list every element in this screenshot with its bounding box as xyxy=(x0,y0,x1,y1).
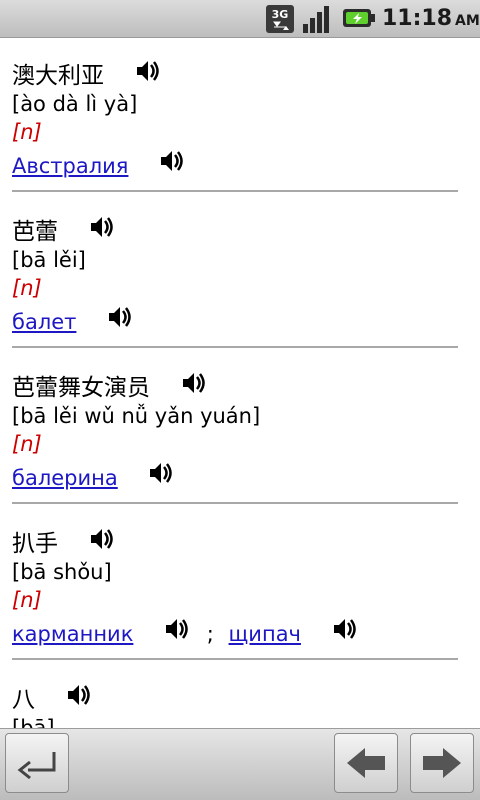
return-arrow-icon xyxy=(17,752,56,780)
entry-word: 芭蕾 xyxy=(12,212,117,246)
entry-divider xyxy=(12,502,458,504)
entry-word: 扒手 xyxy=(12,524,117,558)
status-bar: 3G 11:18 AM xyxy=(0,0,480,38)
arrow-left-icon xyxy=(347,748,385,778)
speaker-icon[interactable] xyxy=(133,56,163,86)
entry-word: 八 xyxy=(12,680,94,714)
network-label: 3G xyxy=(272,8,289,21)
bottom-toolbar xyxy=(0,728,480,800)
speaker-icon[interactable] xyxy=(157,146,187,176)
entry-part-of-speech: [n] xyxy=(12,276,42,300)
entry-pinyin: [ào dà lì yà] xyxy=(12,92,138,116)
entry-translations: карманник ; щипач xyxy=(12,619,360,646)
entry-pinyin: [bā lěi] xyxy=(12,248,86,272)
entry-part-of-speech: [n] xyxy=(12,432,42,456)
speaker-icon[interactable] xyxy=(64,680,94,710)
dictionary-entry: 芭蕾舞女演员 [bā lěi wǔ nǚ yǎn yuán] [n] балер… xyxy=(12,354,458,504)
dictionary-entry: 八 [bā] xyxy=(12,666,458,728)
next-button[interactable] xyxy=(410,733,474,793)
entry-pinyin: [bā lěi wǔ nǚ yǎn yuán] xyxy=(12,404,261,428)
translation-link[interactable]: щипач xyxy=(229,622,301,646)
entry-divider xyxy=(12,190,458,192)
arrow-right-icon xyxy=(423,748,461,778)
entry-word: 澳大利亚 xyxy=(12,56,163,90)
entry-part-of-speech: [n] xyxy=(12,588,42,612)
dictionary-entry: 扒手 [bā shǒu] [n] карманник ; щипач xyxy=(12,510,458,660)
entry-word-text: 八 xyxy=(12,687,35,713)
battery-charging-icon xyxy=(343,9,375,27)
translation-link[interactable]: балерина xyxy=(12,466,118,490)
entry-translations: Австралия xyxy=(12,151,187,178)
entry-word-text: 澳大利亚 xyxy=(12,63,104,89)
translation-separator: ; xyxy=(206,622,214,646)
speaker-icon[interactable] xyxy=(105,302,135,332)
entry-translations: балет xyxy=(12,307,135,334)
speaker-icon[interactable] xyxy=(146,458,176,488)
speaker-icon[interactable] xyxy=(179,368,209,398)
entry-translations: балерина xyxy=(12,463,176,490)
3g-data-icon: 3G xyxy=(266,5,294,33)
translation-link[interactable]: балет xyxy=(12,310,76,334)
clock: 11:18 AM xyxy=(382,6,480,31)
entry-word-text: 芭蕾 xyxy=(12,219,58,245)
entry-pinyin: [bā] xyxy=(12,716,55,728)
clock-time: 11:18 xyxy=(382,6,453,31)
entry-part-of-speech: [n] xyxy=(12,120,42,144)
entry-divider xyxy=(12,346,458,348)
speaker-icon[interactable] xyxy=(87,524,117,554)
previous-button[interactable] xyxy=(334,733,398,793)
entry-word-text: 扒手 xyxy=(12,531,58,557)
translation-link[interactable]: карманник xyxy=(12,622,133,646)
entry-word-text: 芭蕾舞女演员 xyxy=(12,375,150,401)
signal-strength-icon xyxy=(303,6,329,33)
translation-link[interactable]: Австралия xyxy=(12,154,128,178)
speaker-icon[interactable] xyxy=(330,614,360,644)
dictionary-entry: 澳大利亚 [ào dà lì yà] [n] Австралия xyxy=(12,42,458,192)
dictionary-entry: 芭蕾 [bā lěi] [n] балет xyxy=(12,198,458,348)
entry-divider xyxy=(12,658,458,660)
speaker-icon[interactable] xyxy=(162,614,192,644)
dictionary-results[interactable]: 澳大利亚 [ào dà lì yà] [n] Австралия 芭蕾 [bā … xyxy=(0,38,480,728)
speaker-icon[interactable] xyxy=(87,212,117,242)
clock-ampm: AM xyxy=(455,13,480,29)
entry-word: 芭蕾舞女演员 xyxy=(12,368,209,402)
entry-pinyin: [bā shǒu] xyxy=(12,560,112,584)
back-button[interactable] xyxy=(5,733,69,793)
